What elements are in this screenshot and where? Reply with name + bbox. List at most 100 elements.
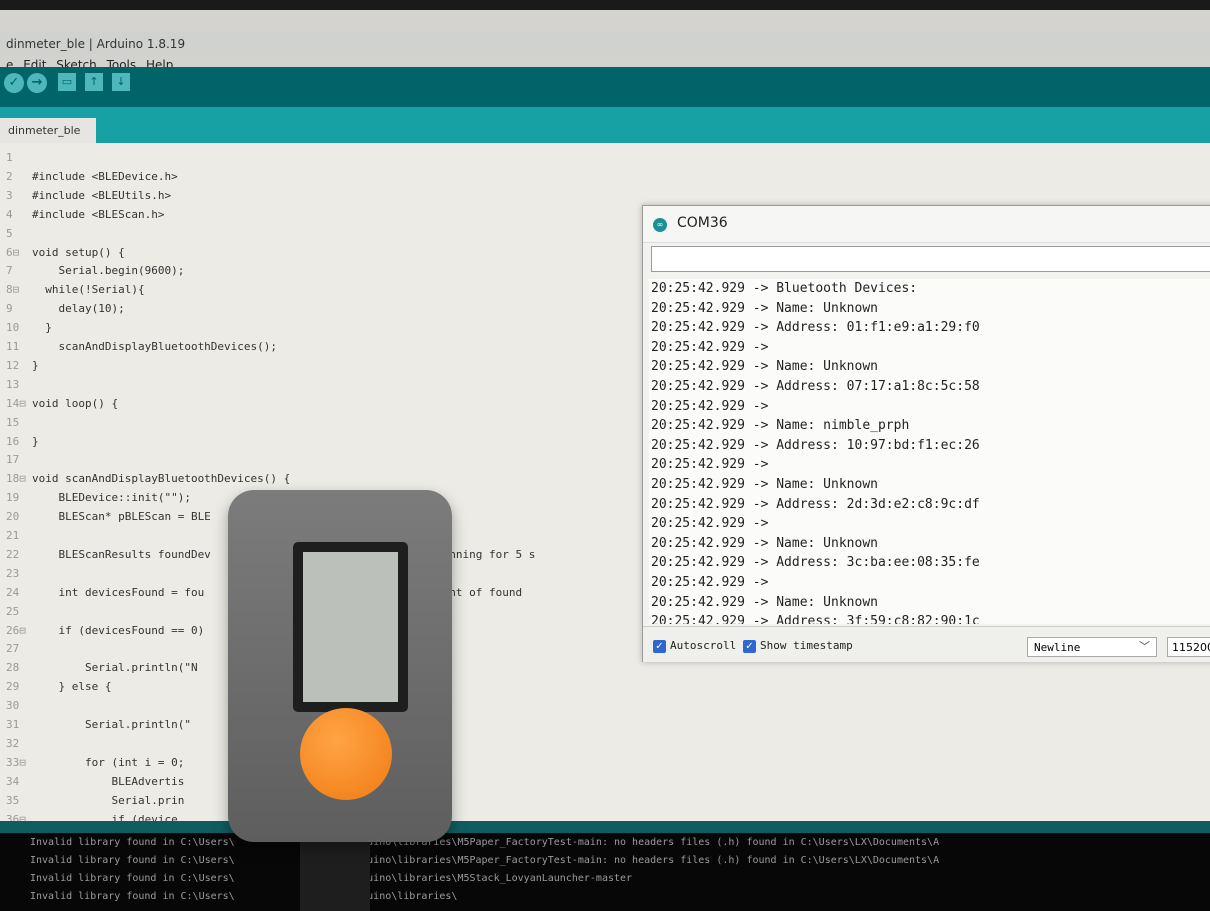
device-orange-button	[300, 708, 392, 800]
serial-output-area: 20:25:42.929 -> Bluetooth Devices: 20:25:…	[649, 279, 1210, 624]
tab-sketch[interactable]: dinmeter_ble	[0, 118, 96, 143]
baud-rate-select[interactable]: 115200	[1167, 637, 1210, 657]
line-number: 31	[6, 718, 20, 731]
line-number: 27	[6, 642, 20, 656]
code-text: }	[32, 434, 39, 448]
line-number: 3	[6, 188, 13, 202]
serial-output-line: 20:25:42.929 -> Address: 01:f1:e9:a1:29:…	[651, 320, 980, 336]
open-icon[interactable]: ↑	[85, 73, 103, 91]
console-line: Invalid library found in C:\Users\ ts\Ar…	[30, 891, 458, 902]
line-number: 23	[6, 566, 20, 580]
code-text: void setup() {	[32, 245, 125, 259]
code-line: 32	[0, 735, 1210, 752]
serial-output-line: 20:25:42.929 ->	[651, 575, 777, 590]
line-number: 4	[6, 207, 13, 221]
line-number: 32	[6, 736, 20, 750]
code-line: 30	[0, 697, 1210, 714]
serial-output-line: 20:25:42.929 -> Name: Unknown	[651, 594, 878, 610]
code-text: }	[32, 358, 39, 372]
code-line: 29 } else {	[0, 678, 1210, 695]
code-text: #include <BLEScan.h>	[32, 207, 165, 221]
code-line: 33⊟ for (int i = 0;	[0, 754, 1210, 771]
line-number: 5	[6, 226, 13, 240]
serial-output-line: 20:25:42.929 -> Address: 3f:59:c8:82:90:…	[651, 614, 980, 624]
serial-output-line: 20:25:42.929 -> Address: 2d:3d:e2:c8:9c:…	[651, 496, 980, 512]
line-number: 24	[6, 585, 20, 599]
code-text: BLEScan* pBLEScan = BLE	[32, 510, 211, 524]
line-number: 9	[6, 302, 13, 316]
code-text: BLEDevice::init("");	[32, 491, 191, 505]
autoscroll-checkbox[interactable]: ✓	[653, 640, 666, 653]
chevron-down-icon: ﹀	[1139, 640, 1150, 653]
line-number: 15	[6, 415, 20, 429]
line-number: 18⊟	[6, 472, 26, 486]
arduino-logo-icon: ∞	[653, 218, 667, 232]
serial-output-line: 20:25:42.929 -> Name: Unknown	[651, 300, 878, 316]
line-number: 1	[6, 151, 13, 164]
serial-send-input[interactable]	[651, 246, 1210, 272]
save-icon[interactable]: ↓	[112, 73, 130, 91]
code-text: void scanAndDisplayBluetoothDevices() {	[32, 472, 291, 486]
code-text: delay(10);	[32, 302, 125, 316]
code-text: while(!Serial){	[32, 283, 145, 297]
serial-output-line: 20:25:42.929 ->	[651, 339, 777, 355]
line-number: 17	[6, 453, 20, 467]
show-timestamp-checkbox[interactable]: ✓	[743, 640, 756, 653]
code-text: if (devicesFound == 0)	[32, 623, 205, 637]
line-number: 2	[6, 169, 13, 183]
serial-output-line: 20:25:42.929 ->	[651, 398, 777, 414]
serial-monitor-titlebar: ∞ COM36	[643, 206, 1210, 243]
code-text: Serial.begin(9600);	[32, 264, 185, 278]
serial-output-line: 20:25:42.929 -> Name: Unknown	[651, 535, 878, 551]
line-number: 19	[6, 491, 20, 505]
code-text: Serial.println("	[32, 718, 191, 731]
line-number: 16	[6, 434, 20, 448]
upload-icon[interactable]: →	[27, 73, 47, 93]
autoscroll-label: Autoscroll	[670, 639, 737, 652]
line-ending-select[interactable]: Newline	[1027, 637, 1157, 657]
code-text: scanAndDisplayBluetoothDevices();	[32, 340, 278, 353]
code-line: 34 BLEAdvertis	[0, 773, 1210, 790]
code-line: 35 Serial.prin ces.getDevice(i);	[0, 792, 1210, 809]
line-number: 13	[6, 377, 20, 391]
console-line: Invalid library found in C:\Users\ ts\Ar…	[30, 837, 940, 848]
line-number: 33⊟	[6, 755, 26, 769]
line-number: 26⊟	[6, 623, 26, 637]
serial-output-line: 20:25:42.929 -> Bluetooth Devices:	[651, 281, 918, 296]
line-number: 14⊟	[6, 396, 26, 410]
code-text: for (int i = 0;	[32, 755, 185, 769]
code-line: 31 Serial.println("	[0, 716, 1210, 733]
serial-output-line: 20:25:42.929 -> Address: 3c:ba:ee:08:35:…	[651, 555, 980, 571]
serial-output-line: 20:25:42.929 -> Address: 07:17:a1:8c:5c:…	[651, 379, 980, 394]
toolbar	[0, 67, 1210, 107]
show-timestamp-label: Show timestamp	[760, 639, 853, 652]
serial-monitor-window: ∞ COM36 20:25:42.929 -> Bluetooth Device…	[642, 205, 1210, 662]
line-number: 29	[6, 680, 20, 694]
line-number: 25	[6, 604, 20, 618]
device-lcd	[303, 552, 398, 702]
device-cable	[300, 830, 370, 911]
line-number: 20	[6, 510, 20, 524]
verify-icon[interactable]: ✓	[4, 73, 24, 93]
line-number: 8⊟	[6, 283, 20, 297]
code-text: BLEAdvertis	[32, 774, 185, 788]
line-number: 10	[6, 321, 20, 335]
line-number: 28	[6, 661, 20, 675]
window-title: dinmeter_ble | Arduino 1.8.19	[0, 32, 1210, 56]
line-number: 12	[6, 358, 20, 372]
m5-dial-device	[228, 490, 452, 842]
code-line: 2 #include <BLEDevice.h>	[0, 168, 1210, 185]
line-number: 34	[6, 774, 20, 788]
serial-output-line: 20:25:42.929 -> Name: Unknown	[651, 477, 878, 492]
device-screen	[293, 542, 408, 712]
line-number: 21	[6, 529, 20, 542]
serial-monitor-title: COM36	[677, 215, 728, 231]
code-text: } else {	[32, 680, 112, 694]
serial-output-line: 20:25:42.929 -> Address: 10:97:bd:f1:ec:…	[651, 437, 980, 453]
new-icon[interactable]: ▭	[58, 73, 76, 91]
console-line: Invalid library found in C:\Users\ ts\Ar…	[30, 855, 940, 866]
line-number: 11	[6, 340, 20, 353]
line-number: 7	[6, 264, 13, 278]
code-text: }	[32, 321, 52, 335]
line-number: 30	[6, 699, 20, 713]
